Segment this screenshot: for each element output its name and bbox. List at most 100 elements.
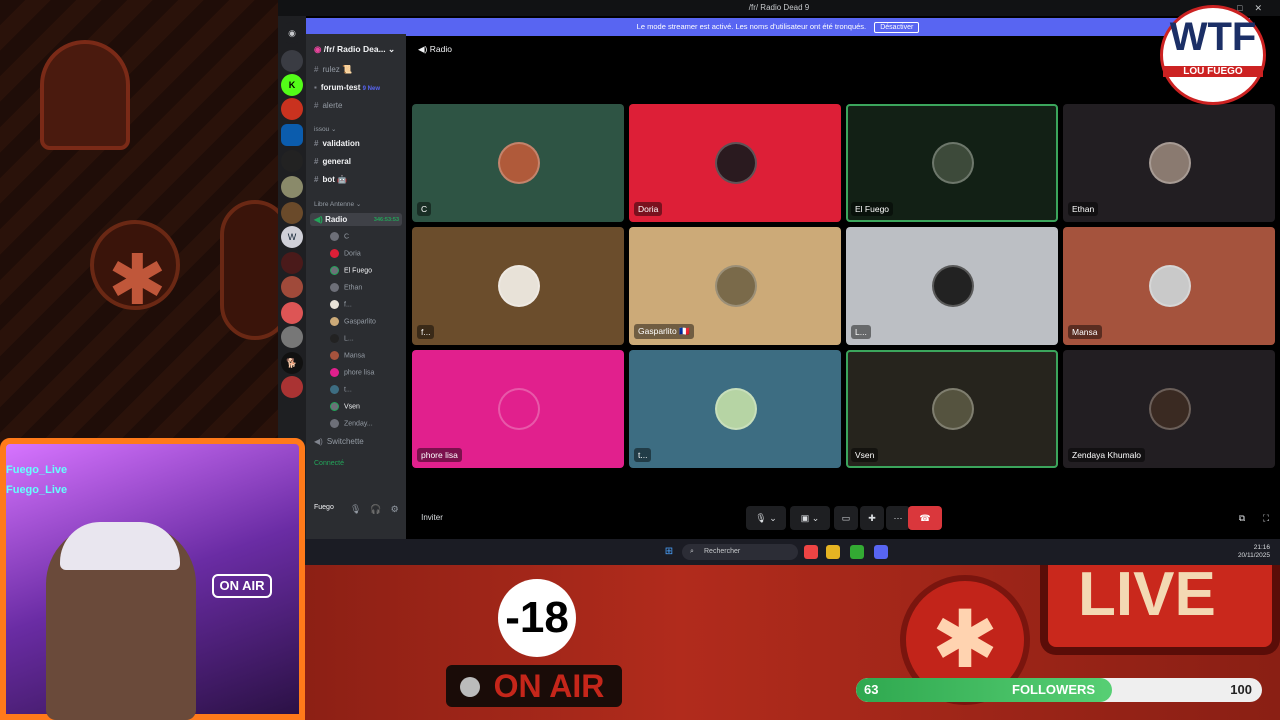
avatar (715, 265, 757, 307)
folder-icon[interactable] (826, 545, 840, 559)
server-name-header[interactable]: ◉ /fr/ Radio Dea... ⌄ (314, 44, 395, 55)
server-icon[interactable] (281, 326, 303, 348)
voice-user[interactable]: Doria (330, 249, 361, 258)
server-icon[interactable] (281, 98, 303, 120)
voice-user[interactable]: phore lisa (330, 368, 374, 377)
microphone-button[interactable]: 🎙 ⌄ (746, 506, 786, 530)
camera-button[interactable]: ▣ ⌄ (790, 506, 830, 530)
avatar (330, 249, 339, 258)
discord-icon[interactable] (874, 545, 888, 559)
voice-user[interactable]: Gasparlito (330, 317, 376, 326)
video-tile[interactable]: Gasparlito 🇫🇷 (629, 227, 841, 345)
category-libre-antenne[interactable]: Libre Antenne ⌄ (314, 200, 361, 208)
video-tile[interactable]: f... (412, 227, 624, 345)
video-tile[interactable]: Vsen (846, 350, 1058, 468)
wtf-logo: WTF LOU FUEGO (1160, 5, 1266, 105)
on-air-light (460, 677, 480, 697)
hashtag-icon: # (314, 101, 319, 110)
category-issou[interactable]: issou ⌄ (314, 125, 336, 133)
voice-user[interactable]: Vsen (330, 402, 360, 411)
server-icon[interactable] (281, 252, 303, 274)
user-panel-name[interactable]: Fuego (314, 504, 334, 511)
folder-icon[interactable] (281, 124, 303, 146)
video-tile[interactable]: C (412, 104, 624, 222)
server-icon[interactable] (281, 176, 303, 198)
video-tile[interactable]: L... (846, 227, 1058, 345)
avatar (1149, 142, 1191, 184)
avatar (330, 402, 339, 411)
disable-streamer-button[interactable]: Désactiver (874, 22, 920, 33)
voice-user[interactable]: t... (330, 385, 352, 394)
avatar (932, 388, 974, 430)
channel-forum-test[interactable]: ▪ forum-test 9 New (314, 83, 380, 92)
window-titlebar: /fr/ Radio Dead 9 –□✕ (278, 0, 1280, 16)
fullscreen-icon[interactable]: ⛶ (1256, 506, 1276, 530)
server-icon[interactable] (281, 50, 303, 72)
video-tile[interactable]: phore lisa (412, 350, 624, 468)
tile-name-label: Ethan (1068, 202, 1099, 216)
voice-user[interactable]: f... (330, 300, 352, 309)
voice-user[interactable]: Ethan (330, 283, 362, 292)
chrome-icon[interactable] (804, 545, 818, 559)
discord-home-icon[interactable]: ◉ (281, 22, 303, 44)
video-tile[interactable]: Zendaya Khumalo (1063, 350, 1275, 468)
channel-rulez[interactable]: # rulez 📜 (314, 65, 352, 74)
tile-name-label: C (417, 202, 432, 216)
avatar (330, 266, 339, 275)
voice-user[interactable]: L... (330, 334, 354, 343)
channel-alerte[interactable]: # alerte (314, 101, 342, 110)
screen-share-button[interactable]: ▭ (834, 506, 858, 530)
tile-name-label: phore lisa (417, 448, 462, 462)
streamer-mode-text: Le mode streamer est activé. Les noms d'… (636, 22, 867, 31)
popout-icon[interactable]: ⧉ (1232, 506, 1252, 530)
server-icon[interactable] (281, 302, 303, 324)
server-icon[interactable] (281, 376, 303, 398)
video-tile[interactable]: t... (629, 350, 841, 468)
kick-server-icon[interactable]: K (281, 74, 303, 96)
disconnect-button[interactable]: ☎ (908, 506, 942, 530)
taskbar-search[interactable]: ⌕ Rechercher (682, 544, 798, 560)
channel-bot[interactable]: # bot 🤖 (314, 175, 347, 184)
video-tile[interactable]: Mansa (1063, 227, 1275, 345)
avatar (932, 142, 974, 184)
stage-channel-name: Radio (429, 44, 452, 54)
voice-user[interactable]: Mansa (330, 351, 365, 360)
avatar (330, 283, 339, 292)
video-tile[interactable]: Doria (629, 104, 841, 222)
server-icon[interactable] (281, 150, 303, 172)
more-options-button[interactable]: ⋯ (886, 506, 910, 530)
windows-start-icon[interactable]: ⊞ (662, 545, 676, 559)
bell-decoration (40, 40, 130, 150)
invite-button[interactable]: Inviter (414, 506, 450, 530)
channel-validation[interactable]: # validation (314, 139, 360, 148)
hashtag-icon: # (314, 175, 319, 184)
stage-header: ◀) Radio (418, 44, 452, 55)
activities-button[interactable]: ✚ (860, 506, 884, 530)
server-icon[interactable] (281, 202, 303, 224)
avatar (498, 265, 540, 307)
app-icon[interactable] (850, 545, 864, 559)
hashtag-icon: # (314, 65, 319, 74)
taskbar-clock[interactable]: 21:16 20/11/2025 (1238, 544, 1270, 560)
hashtag-icon: # (314, 157, 319, 166)
video-tile[interactable]: El Fuego (846, 104, 1058, 222)
channel-general[interactable]: # general (314, 157, 351, 166)
followers-goal-bar: 63 FOLLOWERS 100 (856, 678, 1262, 702)
server-icon[interactable]: W (281, 226, 303, 248)
voice-user[interactable]: C (330, 232, 349, 241)
server-icon[interactable] (281, 276, 303, 298)
chat-line: Fuego_Live (6, 484, 68, 496)
avatar (1149, 388, 1191, 430)
avatar (932, 265, 974, 307)
user-panel-controls[interactable]: 🎙🎧⚙ (350, 504, 408, 515)
window-title: /fr/ Radio Dead 9 (748, 3, 810, 12)
voice-user[interactable]: Zenday... (330, 419, 373, 428)
avatar (330, 300, 339, 309)
server-icon[interactable]: 🐕 (281, 352, 303, 374)
tile-name-label: Zendaya Khumalo (1068, 448, 1145, 462)
voice-channel-radio[interactable]: ◀) Radio 346:53:53 (310, 213, 402, 226)
voice-channel-switchette[interactable]: ◀) Switchette (314, 437, 364, 446)
avatar (330, 232, 339, 241)
voice-user[interactable]: El Fuego (330, 266, 372, 275)
video-tile[interactable]: Ethan (1063, 104, 1275, 222)
